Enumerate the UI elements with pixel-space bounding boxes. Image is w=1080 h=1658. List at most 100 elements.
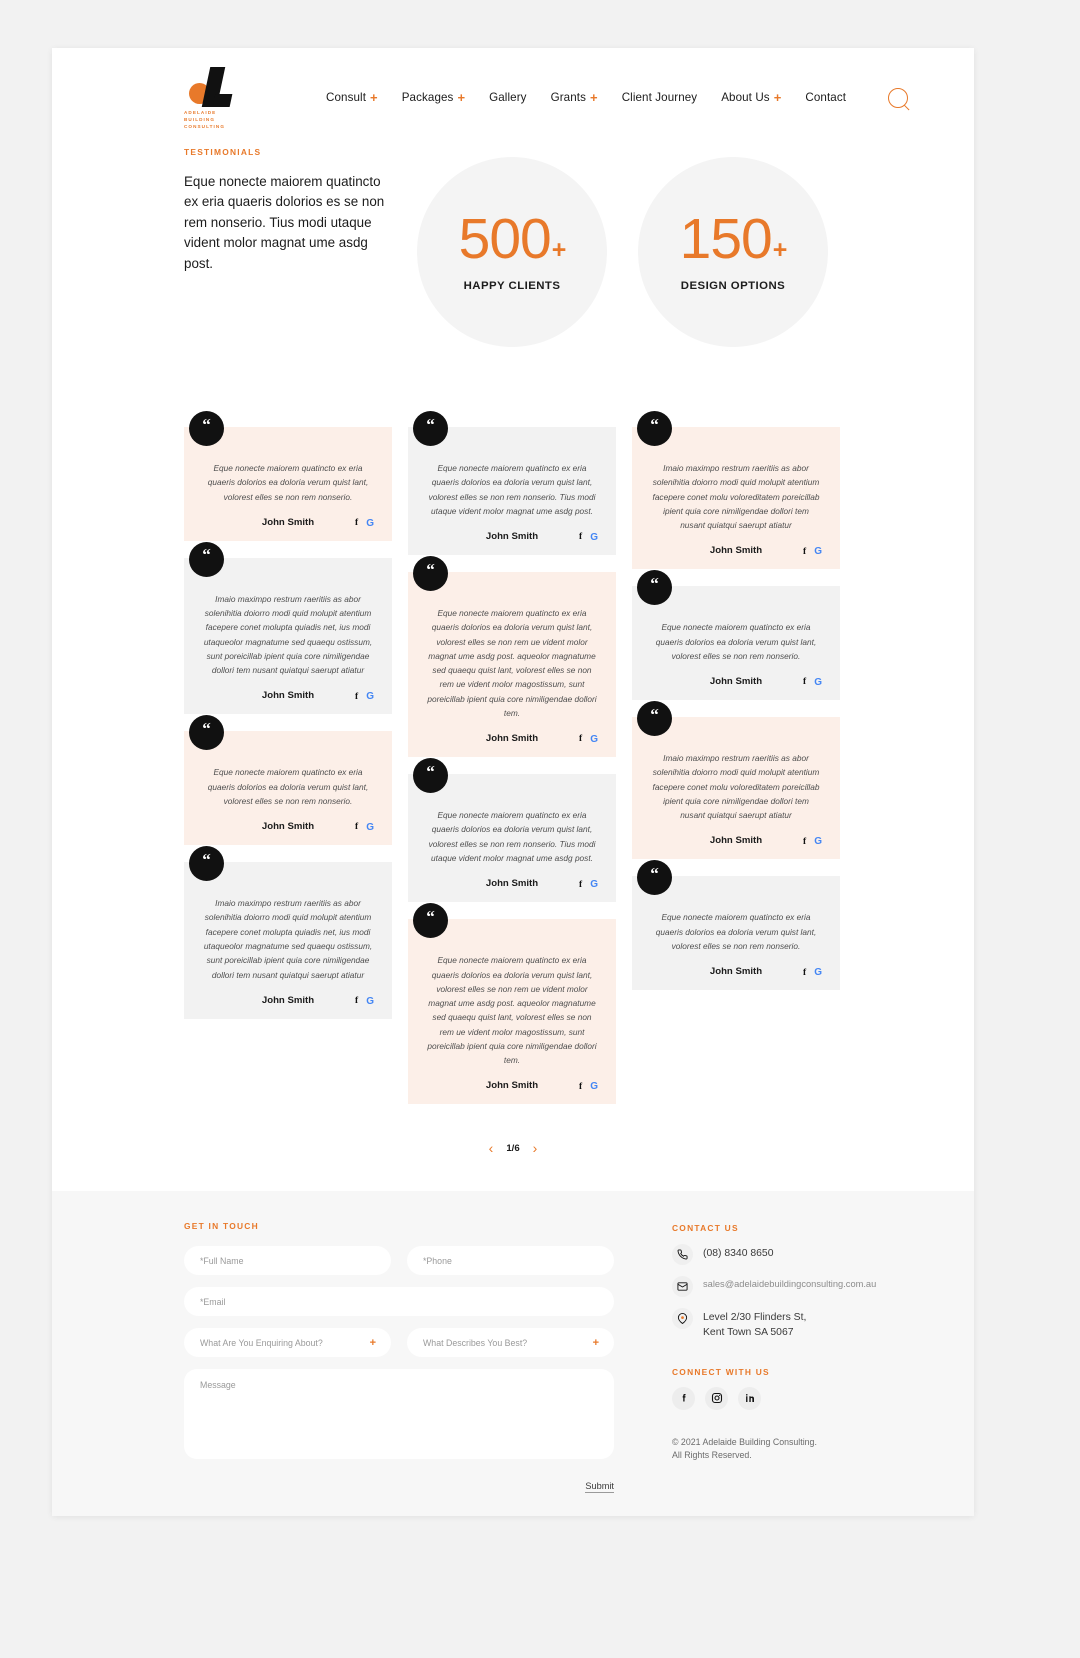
testimonial-author: John Smith: [709, 835, 763, 847]
testimonial-sources: fG: [355, 823, 374, 833]
testimonial-sources: fG: [803, 547, 822, 557]
instagram-icon[interactable]: [705, 1386, 728, 1410]
facebook-icon[interactable]: f: [579, 735, 582, 745]
testimonial-footer: John Smith f G: [650, 676, 822, 688]
facebook-icon[interactable]: f: [355, 823, 358, 833]
stat-circle-happy-clients: 500 + HAPPY CLIENTS: [417, 157, 607, 347]
google-icon[interactable]: G: [366, 518, 374, 529]
quote-mark-icon: “: [637, 411, 672, 446]
contact-email-row[interactable]: sales@adelaidebuildingconsulting.com.au: [672, 1276, 876, 1298]
email-input[interactable]: *Email: [184, 1287, 614, 1317]
testimonial-quote: Eque nonecte maiorem quatincto ex eria q…: [427, 955, 597, 1066]
facebook-icon[interactable]: f: [579, 1082, 582, 1093]
describes-select-label: What Describes You Best?: [423, 1337, 528, 1348]
google-icon[interactable]: G: [366, 823, 374, 833]
phone-input[interactable]: *Phone: [407, 1246, 614, 1276]
pager-count: 1/6: [506, 1142, 520, 1154]
google-icon[interactable]: G: [366, 996, 374, 1007]
testimonial-quote: Imaio maximpo restrum raeritiis as abor …: [652, 463, 820, 531]
stat-circle-design-options: 150 + DESIGN OPTIONS: [638, 157, 828, 347]
nav-item-packages[interactable]: Packages +: [390, 91, 477, 104]
testimonial-author: John Smith: [709, 676, 763, 688]
quote-mark-icon: “: [189, 541, 224, 577]
plus-icon: +: [773, 90, 782, 105]
facebook-icon[interactable]: f: [803, 968, 806, 979]
google-icon[interactable]: G: [590, 1082, 598, 1092]
stat-number: 150: [679, 206, 773, 271]
testimonial-quote: Imaio maximpo restrum raeritiis as abor …: [652, 753, 820, 821]
testimonial-card: “ Imaio maximpo restrum raeritiis as abor…: [632, 701, 840, 860]
form-heading: GET IN TOUCH: [184, 1221, 259, 1232]
copyright-line-1: © 2021 Adelaide Building Consulting.: [672, 1436, 817, 1447]
email-icon: [672, 1276, 693, 1298]
pager-prev-icon[interactable]: ‹: [489, 1141, 494, 1155]
testimonial-author: John Smith: [709, 545, 763, 557]
google-icon[interactable]: G: [814, 547, 822, 557]
nav-item-label: About Us: [721, 91, 770, 104]
facebook-icon[interactable]: f: [803, 837, 806, 848]
google-icon[interactable]: G: [814, 678, 822, 688]
linkedin-icon[interactable]: [738, 1386, 761, 1410]
facebook-icon[interactable]: f: [355, 997, 358, 1007]
facebook-icon[interactable]: f: [803, 678, 806, 688]
quote-mark-icon: “: [413, 556, 448, 592]
testimonial-footer: John Smith f G: [202, 995, 374, 1007]
full-name-input[interactable]: *Full Name: [184, 1246, 391, 1276]
testimonial-quote: Eque nonecte maiorem quatincto ex eria q…: [207, 463, 369, 502]
testimonial-grid: “ Eque nonecte maiorem quatincto ex eria …: [52, 411, 974, 1121]
describes-select[interactable]: What Describes You Best? +: [407, 1328, 614, 1358]
testimonial-quote: Eque nonecte maiorem quatincto ex eria q…: [428, 463, 596, 516]
copyright: © 2021 Adelaide Building Consulting. All…: [672, 1436, 876, 1463]
testimonial-sources: fG: [579, 533, 598, 543]
stat-number: 500: [458, 206, 552, 271]
testimonial-quote: Eque nonecte maiorem quatincto ex eria q…: [428, 810, 596, 863]
testimonial-sources: fG: [803, 968, 822, 978]
testimonial-footer: John Smith f G: [426, 878, 598, 890]
testimonial-sources: fG: [579, 880, 598, 890]
google-icon[interactable]: G: [366, 692, 374, 702]
search-icon[interactable]: [888, 87, 909, 108]
enquiry-select[interactable]: What Are You Enquiring About? +: [184, 1328, 391, 1358]
social-links: [672, 1386, 876, 1410]
stat-value: 150 +: [679, 206, 788, 271]
quote-mark-icon: “: [637, 570, 672, 606]
message-textarea[interactable]: Message: [184, 1369, 614, 1460]
logo-a-foot-icon: [212, 93, 233, 107]
nav-item-gallery[interactable]: Gallery: [477, 91, 538, 104]
facebook-icon[interactable]: f: [355, 692, 358, 703]
facebook-icon[interactable]: f: [803, 547, 806, 558]
nav-item-contact[interactable]: Contact: [793, 91, 858, 104]
facebook-icon[interactable]: f: [579, 880, 582, 891]
facebook-icon[interactable]: [672, 1386, 695, 1410]
location-pin-icon: [672, 1308, 693, 1330]
google-icon[interactable]: G: [590, 880, 598, 890]
testimonial-quote: Imaio maximpo restrum raeritiis as abor …: [203, 898, 373, 980]
google-icon[interactable]: G: [814, 968, 822, 978]
submit-button[interactable]: Submit: [585, 1481, 614, 1494]
carousel-pager: ‹ 1/6 ›: [52, 1121, 974, 1191]
testimonial-card: “ Imaio maximpo restrum raeritiis as abor…: [184, 846, 392, 1019]
testimonial-author: John Smith: [709, 966, 763, 978]
nav-item-about-us[interactable]: About Us +: [709, 91, 793, 104]
testimonial-sources: fG: [579, 1082, 598, 1092]
testimonial-quote: Eque nonecte maiorem quatincto ex eria q…: [655, 912, 817, 951]
google-icon[interactable]: G: [814, 837, 822, 847]
contact-address-row[interactable]: Level 2/30 Flinders St, Kent Town SA 506…: [672, 1308, 876, 1340]
google-icon[interactable]: G: [590, 533, 598, 543]
testimonial-quote: Eque nonecte maiorem quatincto ex eria q…: [207, 767, 369, 806]
facebook-icon[interactable]: f: [579, 533, 582, 543]
website-page: ADELAIDE BUILDING CONSULTING Consult + Pac…: [52, 48, 974, 1516]
pager-next-icon[interactable]: ›: [533, 1141, 538, 1155]
stat-label: DESIGN OPTIONS: [680, 280, 786, 293]
testimonial-footer: John Smith f G: [650, 545, 822, 557]
nav-item-grants[interactable]: Grants +: [539, 91, 610, 104]
contact-phone-row[interactable]: (08) 8340 8650: [672, 1244, 876, 1266]
facebook-icon[interactable]: f: [355, 519, 358, 529]
nav-item-client-journey[interactable]: Client Journey: [610, 91, 710, 104]
brand-logo[interactable]: ADELAIDE BUILDING CONSULTING: [184, 66, 246, 129]
testimonial-card: “ Eque nonecte maiorem quatincto ex eria …: [184, 411, 392, 541]
quote-mark-icon: “: [189, 411, 224, 446]
nav-item-consult[interactable]: Consult +: [314, 91, 390, 104]
google-icon[interactable]: G: [590, 735, 598, 745]
testimonial-footer: John Smith f G: [202, 690, 374, 703]
